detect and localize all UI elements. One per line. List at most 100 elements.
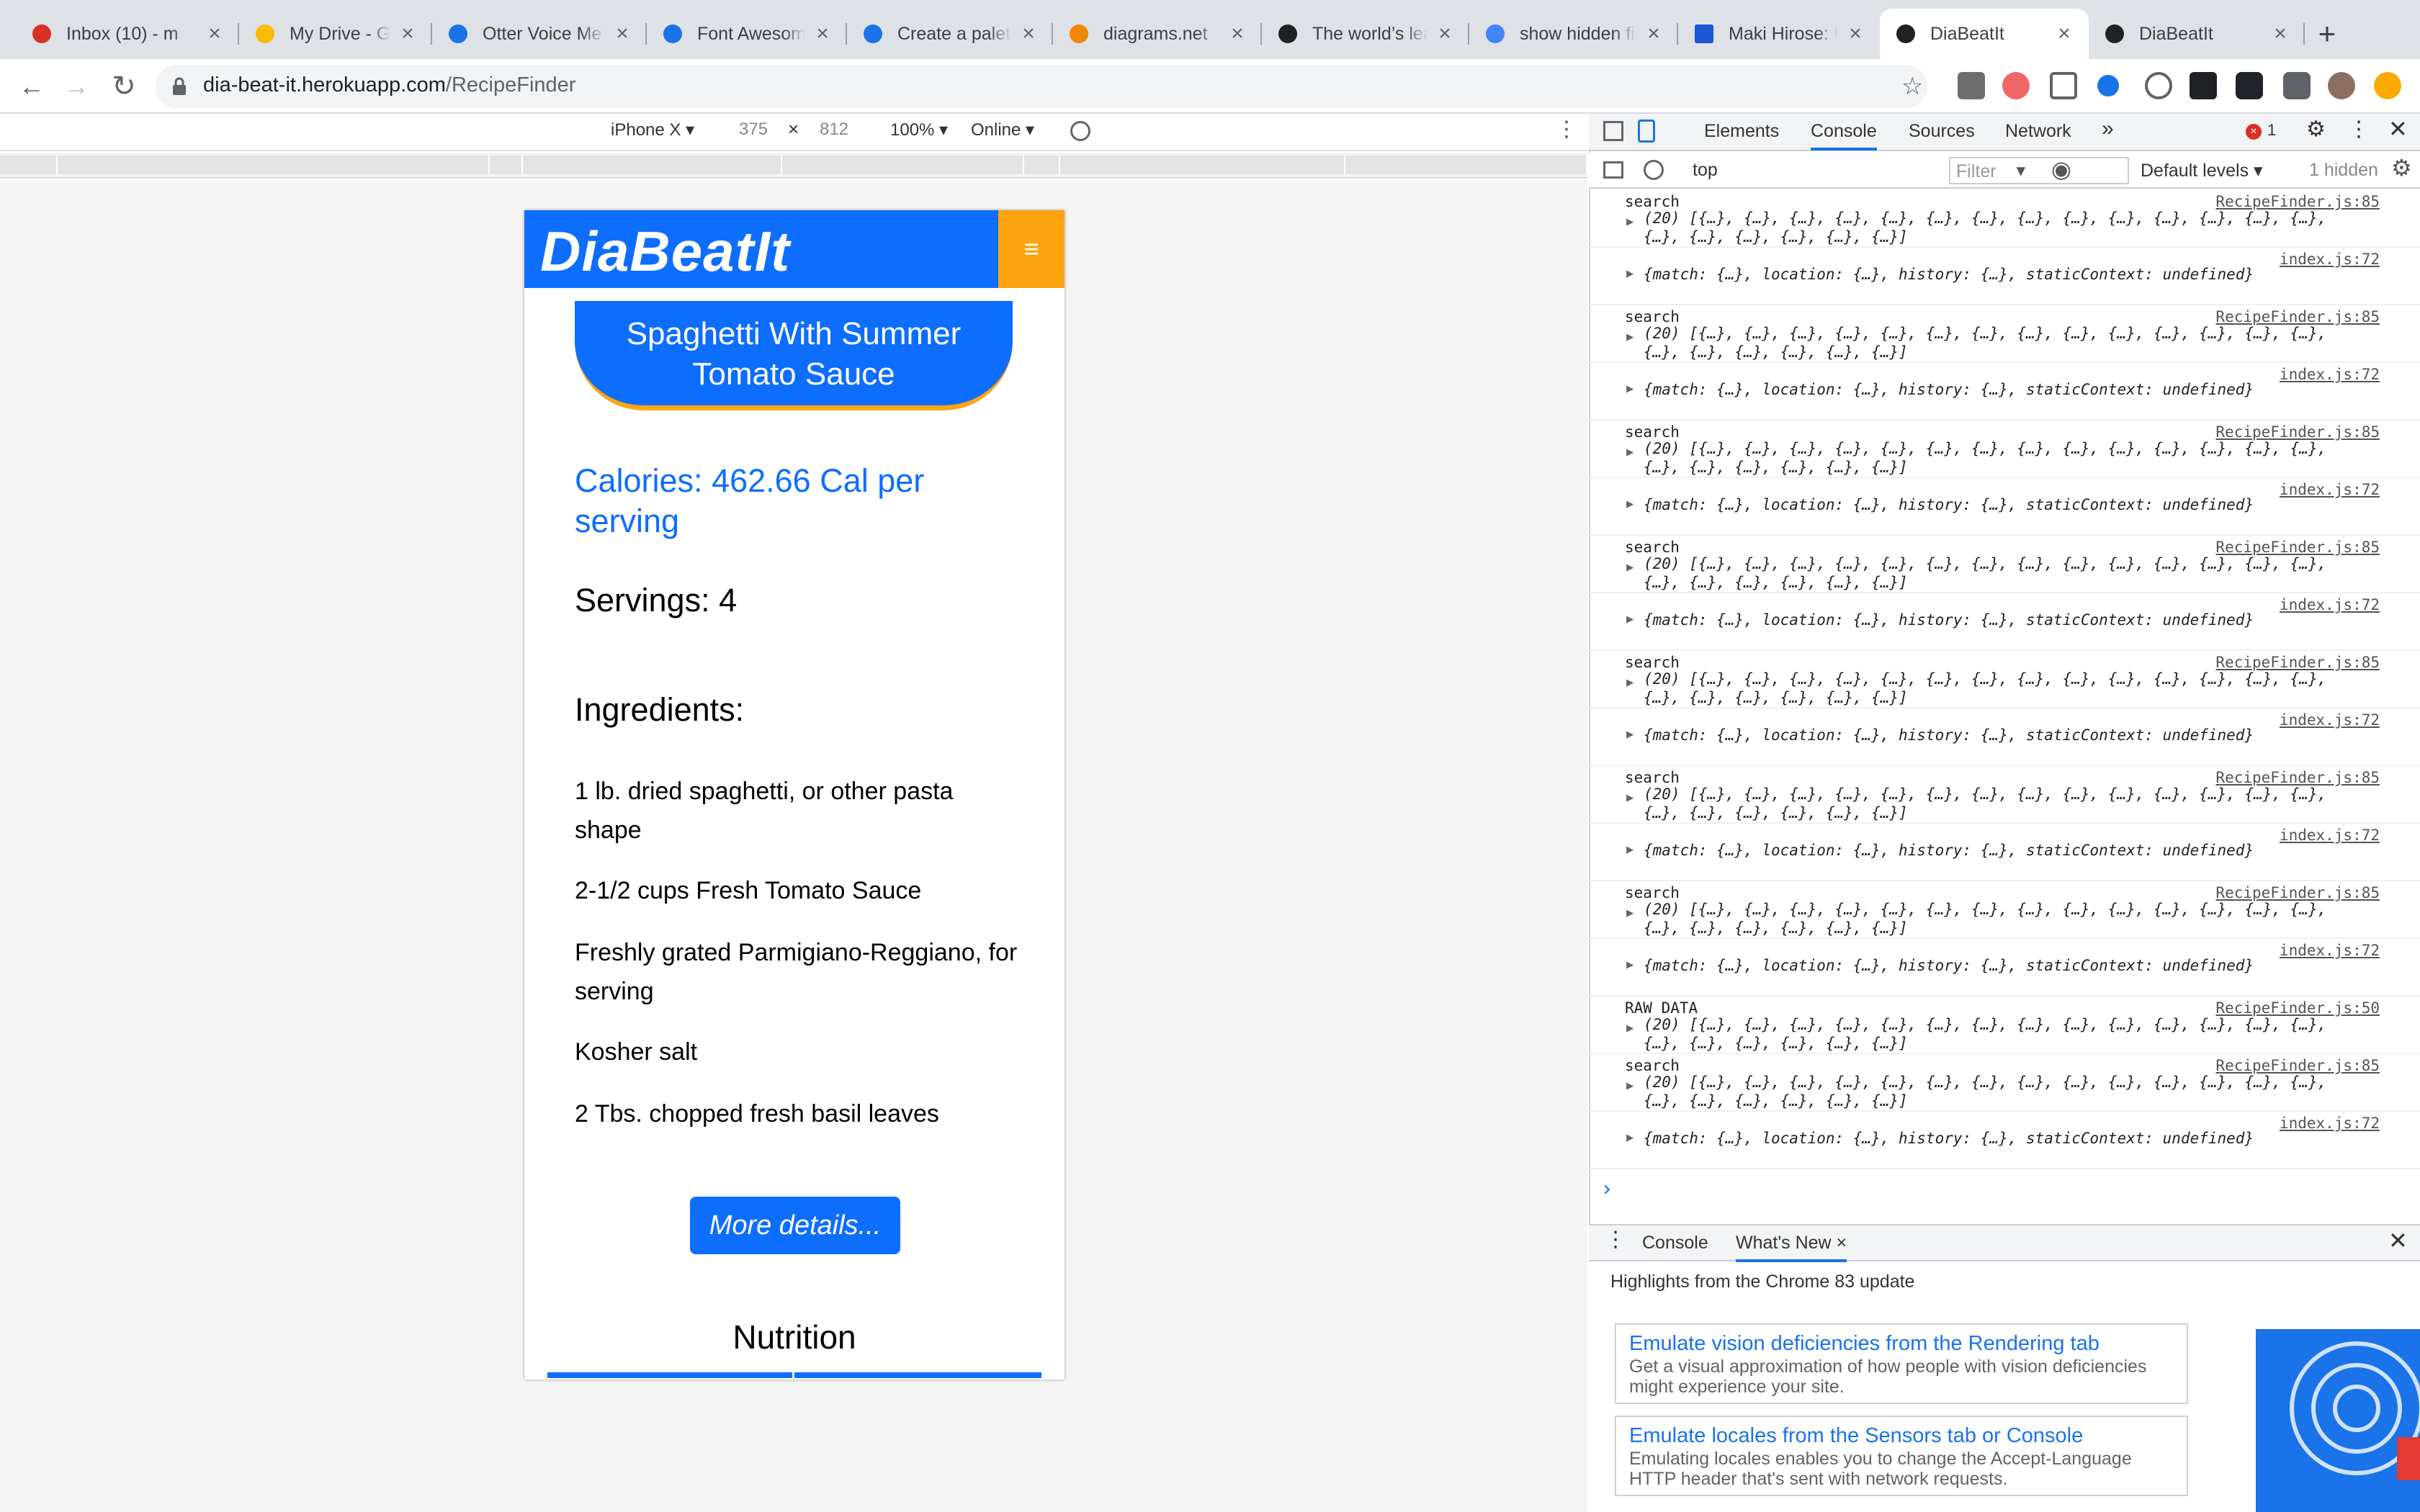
expand-triangle-icon[interactable]: ▶ <box>1626 958 1634 972</box>
expand-triangle-icon[interactable]: ▶ <box>1626 560 1634 575</box>
console-message[interactable]: RecipeFinder.js:85 search ▶ (20) [{…}, {…},… <box>1589 536 2420 593</box>
expand-triangle-icon[interactable]: ▶ <box>1626 330 1634 344</box>
console-prompt[interactable]: › <box>1603 1176 1610 1201</box>
device-toggle-icon[interactable] <box>1638 120 1655 143</box>
close-tab-icon[interactable]: × <box>812 22 833 46</box>
url-text[interactable]: dia-beat-it.herokuapp.com/RecipeFinder <box>203 73 575 97</box>
console-message[interactable]: RecipeFinder.js:85 search ▶ (20) [{…}, {…},… <box>1589 651 2420 708</box>
device-height-input[interactable]: 812 <box>820 120 848 140</box>
log-value[interactable]: (20) [{…}, {…}, {…}, {…}, {…}, {…}, {…},… <box>1644 1015 2378 1053</box>
close-devtools-icon[interactable]: ✕ <box>2388 115 2408 143</box>
source-link[interactable]: RecipeFinder.js:85 <box>2215 1057 2380 1074</box>
console-message[interactable]: RecipeFinder.js:85 search ▶ (20) [{…}, {…},… <box>1589 766 2420 824</box>
console-message[interactable]: RecipeFinder.js:85 search ▶ (20) [{…}, {…},… <box>1589 881 2420 939</box>
device-width-input[interactable]: 375 <box>739 120 768 140</box>
puzzle-icon[interactable] <box>2283 72 2311 99</box>
log-value[interactable]: (20) [{…}, {…}, {…}, {…}, {…}, {…}, {…},… <box>1644 670 2378 707</box>
close-tab-icon[interactable]: × <box>398 22 418 46</box>
expand-triangle-icon[interactable]: ▶ <box>1626 1021 1634 1035</box>
log-value[interactable]: (20) [{…}, {…}, {…}, {…}, {…}, {…}, {…},… <box>1644 900 2378 937</box>
log-value[interactable]: {match: {…}, location: {…}, history: {…}… <box>1644 956 2378 975</box>
whats-new-card[interactable]: Emulate vision deficiencies from the Ren… <box>1615 1323 2188 1404</box>
sidebar-toggle-icon[interactable] <box>1603 161 1623 179</box>
browser-tab[interactable]: Inbox (10) - m × <box>16 9 239 59</box>
tab-sources[interactable]: Sources <box>1909 121 1975 142</box>
nutrition-tab-bar[interactable] <box>547 1372 1041 1378</box>
tab-elements[interactable]: Elements <box>1704 121 1779 142</box>
reload-button[interactable]: ↻ <box>107 69 141 104</box>
forward-button[interactable]: → <box>59 69 94 104</box>
log-value[interactable]: {match: {…}, location: {…}, history: {…}… <box>1644 495 2378 514</box>
screenshot-icon[interactable] <box>2050 72 2077 99</box>
browser-tab[interactable]: Maki Hirose: U × <box>1678 9 1880 59</box>
expand-triangle-icon[interactable]: ▶ <box>1626 382 1634 396</box>
browser-tab[interactable]: DiaBeatIt × <box>2089 9 2305 59</box>
rotate-icon[interactable] <box>1070 121 1090 141</box>
close-tab-icon[interactable]: × <box>2270 22 2290 46</box>
devtools-more-icon[interactable]: ⋮ <box>2348 117 2370 142</box>
inspect-element-icon[interactable] <box>1603 121 1623 141</box>
browser-tab[interactable]: Create a palett × <box>847 9 1053 59</box>
source-link[interactable]: RecipeFinder.js:85 <box>2215 539 2380 556</box>
drawer-menu-icon[interactable]: ⋮ <box>1605 1227 1626 1252</box>
update-icon[interactable] <box>2374 72 2401 99</box>
console-message[interactable]: index.js:72 ▶ {match: {…}, location: {…}, … <box>1589 939 2420 996</box>
log-value[interactable]: {match: {…}, location: {…}, history: {…}… <box>1644 726 2378 744</box>
source-link[interactable]: RecipeFinder.js:50 <box>2215 999 2380 1017</box>
browser-tab[interactable]: Otter Voice Me × <box>432 9 647 59</box>
close-tab-icon[interactable]: × <box>612 22 632 46</box>
drawer-tab-console[interactable]: Console <box>1642 1233 1708 1254</box>
expand-triangle-icon[interactable]: ▶ <box>1626 675 1634 690</box>
source-link[interactable]: RecipeFinder.js:85 <box>2215 654 2380 671</box>
whats-new-card[interactable]: Emulate locales from the Sensors tab or … <box>1615 1416 2188 1496</box>
source-link[interactable]: RecipeFinder.js:85 <box>2215 769 2380 786</box>
expand-triangle-icon[interactable]: ▶ <box>1626 842 1634 857</box>
filter-input[interactable]: Filter <box>1949 157 2129 184</box>
close-tab-icon[interactable]: × <box>1644 22 1664 46</box>
close-tab-icon[interactable]: × <box>1018 22 1039 46</box>
expand-triangle-icon[interactable]: ▶ <box>1626 791 1634 805</box>
console-message[interactable]: index.js:72 ▶ {match: {…}, location: {…}, … <box>1589 363 2420 420</box>
avatar[interactable] <box>2328 72 2355 99</box>
log-value[interactable]: {match: {…}, location: {…}, history: {…}… <box>1644 611 2378 629</box>
extension-icon[interactable] <box>2190 72 2217 99</box>
react-devtools-icon[interactable] <box>2236 72 2263 99</box>
new-tab-button[interactable]: + <box>2309 16 2345 52</box>
hamburger-menu-button[interactable]: ≡ <box>998 210 1065 288</box>
expand-triangle-icon[interactable]: ▶ <box>1626 1130 1634 1145</box>
expand-triangle-icon[interactable]: ▶ <box>1626 612 1634 626</box>
close-drawer-icon[interactable]: ✕ <box>2388 1227 2408 1254</box>
close-tab-icon[interactable]: × <box>1435 22 1455 46</box>
source-link[interactable]: RecipeFinder.js:85 <box>2215 193 2380 210</box>
card-title[interactable]: Emulate vision deficiencies from the Ren… <box>1629 1331 2174 1356</box>
device-select[interactable]: iPhone X ▾ <box>611 120 694 140</box>
browser-tab[interactable]: show hidden fi × <box>1469 9 1678 59</box>
device-more-icon[interactable]: ⋮ <box>1556 117 1577 142</box>
log-value[interactable]: (20) [{…}, {…}, {…}, {…}, {…}, {…}, {…},… <box>1644 554 2378 592</box>
card-title[interactable]: Emulate locales from the Sensors tab or … <box>1629 1423 2174 1449</box>
browser-tab[interactable]: Font Awesome × <box>647 9 847 59</box>
console-message[interactable]: RecipeFinder.js:50 RAW DATA ▶ (20) [{…}, {…… <box>1589 996 2420 1054</box>
back-button[interactable]: ← <box>14 69 49 104</box>
expand-triangle-icon[interactable]: ▶ <box>1626 727 1634 742</box>
log-value[interactable]: {match: {…}, location: {…}, history: {…}… <box>1644 841 2378 860</box>
browser-tab[interactable]: DiaBeatIt × <box>1880 9 2089 59</box>
log-value[interactable]: {match: {…}, location: {…}, history: {…}… <box>1644 265 2378 284</box>
brand-logo[interactable]: DiaBeatIt <box>540 219 790 284</box>
close-tab-icon[interactable]: × <box>205 22 225 46</box>
close-tab-icon[interactable]: × <box>1845 22 1865 46</box>
expand-triangle-icon[interactable]: ▶ <box>1626 497 1634 511</box>
browser-tab[interactable]: My Drive - Goo × <box>239 9 432 59</box>
log-value[interactable]: (20) [{…}, {…}, {…}, {…}, {…}, {…}, {…},… <box>1644 785 2378 822</box>
expand-triangle-icon[interactable]: ▶ <box>1626 1079 1634 1093</box>
close-tab-icon[interactable]: × <box>1837 1233 1847 1253</box>
network-select[interactable]: Online ▾ <box>971 120 1034 140</box>
console-message[interactable]: RecipeFinder.js:85 search ▶ (20) [{…}, {…},… <box>1589 305 2420 363</box>
log-value[interactable]: (20) [{…}, {…}, {…}, {…}, {…}, {…}, {…},… <box>1644 209 2378 246</box>
console-message[interactable]: RecipeFinder.js:85 search ▶ (20) [{…}, {…},… <box>1589 420 2420 478</box>
console-message[interactable]: index.js:72 ▶ {match: {…}, location: {…}, … <box>1589 1112 2420 1169</box>
console-message[interactable]: RecipeFinder.js:85 search ▶ (20) [{…}, {…},… <box>1589 1054 2420 1112</box>
more-tabs-button[interactable]: » <box>2102 117 2114 141</box>
console-settings-gear-icon[interactable]: ⚙ <box>2391 154 2412 181</box>
zoom-select[interactable]: 100% ▾ <box>890 120 948 140</box>
